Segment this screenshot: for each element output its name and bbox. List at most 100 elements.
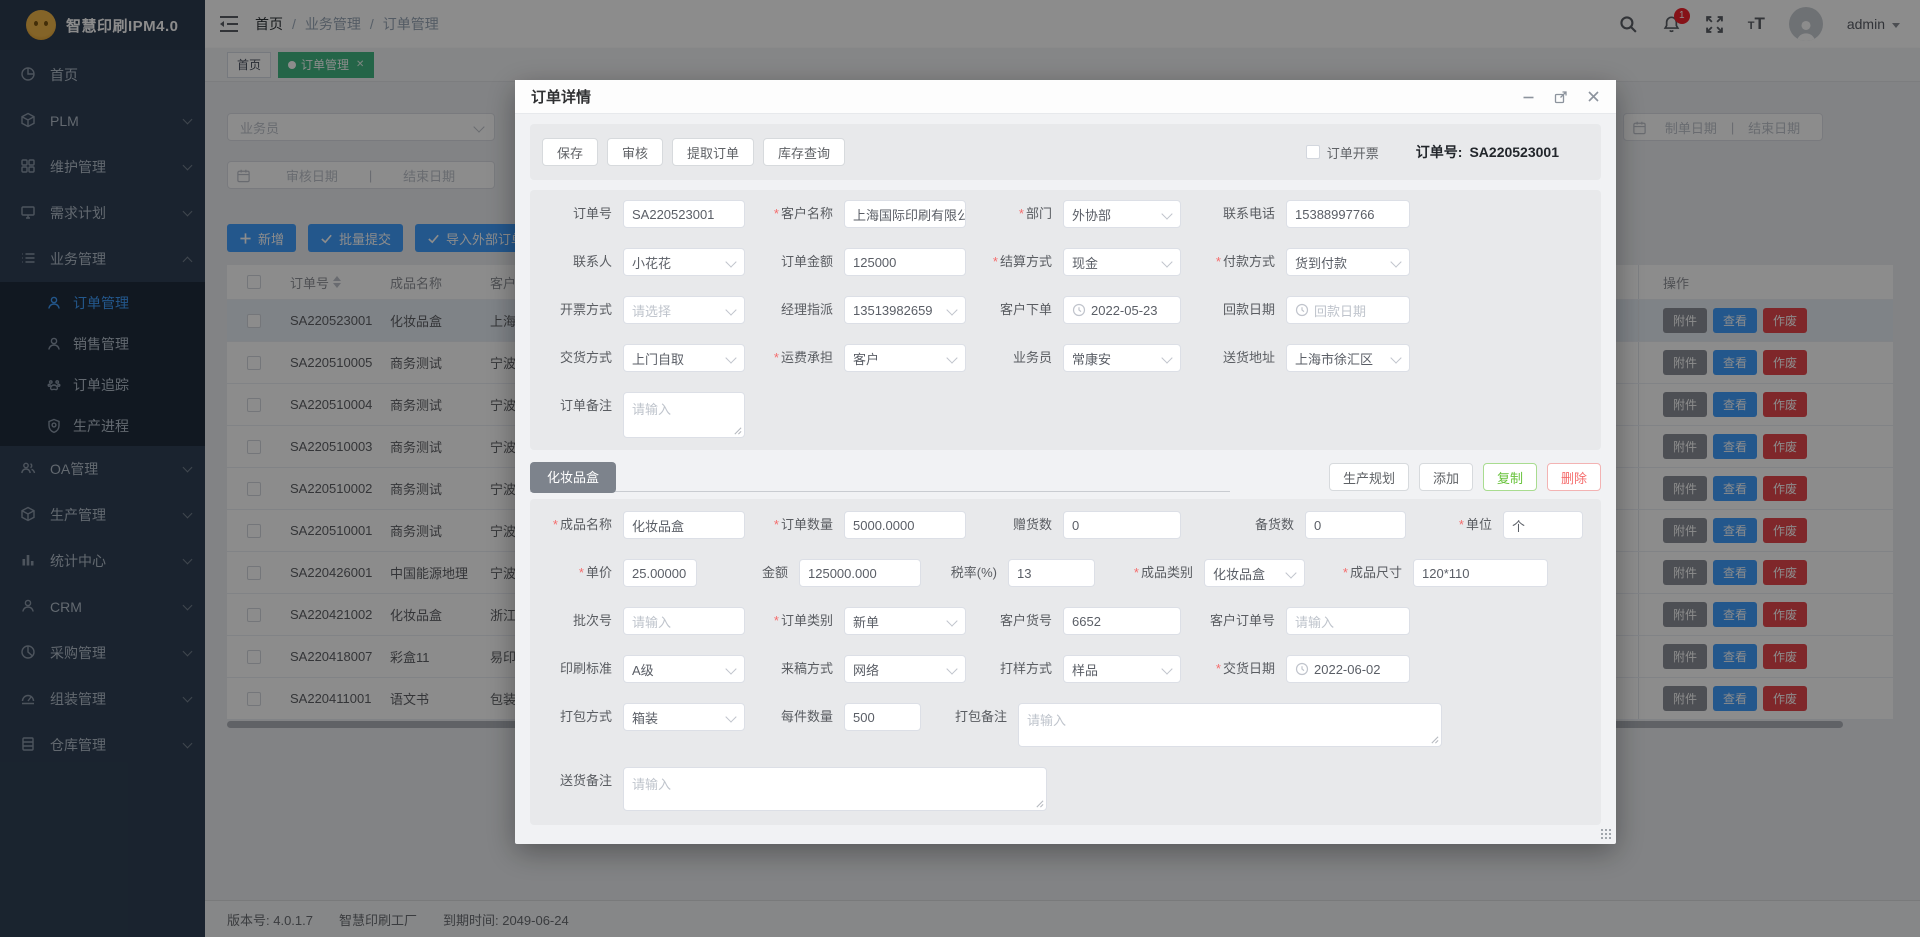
form-row: 交货方式上门自取*运费承担客户业务员常康安送货地址上海市徐汇区 [540, 344, 1601, 372]
delivery-address-value: 上海市徐汇区 [1295, 349, 1373, 368]
gift-qty-label: 赠货数 [974, 511, 1052, 539]
required-asterisk: * [774, 206, 779, 221]
tax-rate-field[interactable]: 13 [1008, 559, 1095, 587]
delivery-remark-textarea[interactable]: 请输入 [623, 767, 1047, 811]
order-remark-textarea[interactable]: 请输入 [623, 392, 745, 438]
payment-method-label: *付款方式 [1189, 248, 1275, 276]
invoice-label: 订单开票 [1327, 143, 1379, 162]
contact-phone-field[interactable]: 15388997766 [1286, 200, 1410, 228]
product-size-field[interactable]: 120*110 [1413, 559, 1548, 587]
extract-order-button[interactable]: 提取订单 [672, 138, 754, 166]
salesperson-select[interactable]: 常康安 [1063, 344, 1181, 372]
manager-assign-select[interactable]: 13513982659 [844, 296, 966, 324]
required-asterisk: * [1459, 517, 1464, 532]
manuscript-method-label: 来稿方式 [753, 655, 833, 683]
customer-name-value: 上海国际印刷有限公司 [853, 205, 966, 224]
delivery-method-select[interactable]: 上门自取 [623, 344, 745, 372]
payment-method-value: 货到付款 [1295, 253, 1347, 272]
product-form: *成品名称化妆品盒*订单数量5000.0000赠货数0备货数0*单位个*单价25… [530, 499, 1601, 825]
modal-title: 订单详情 [531, 86, 591, 107]
order-category-value: 新单 [853, 612, 879, 631]
order-amount-label: 订单金额 [753, 248, 833, 276]
collection-date-date-field[interactable]: 回款日期 [1286, 296, 1410, 324]
required-asterisk: * [1019, 206, 1024, 221]
per-piece-qty-value: 500 [853, 710, 875, 725]
minimize-icon[interactable] [1522, 90, 1535, 103]
order-qty-label: *订单数量 [753, 511, 833, 539]
add-product-button[interactable]: 添加 [1419, 463, 1473, 491]
order-qty-field[interactable]: 5000.0000 [844, 511, 966, 539]
order-amount-field[interactable]: 125000 [844, 248, 966, 276]
customer-order-date-date-field[interactable]: 2022-05-23 [1063, 296, 1181, 324]
product-name-label: *成品名称 [540, 511, 612, 539]
delete-product-button[interactable]: 删除 [1547, 463, 1601, 491]
product-name-field[interactable]: 化妆品盒 [623, 511, 745, 539]
packing-remark-label: 打包备注 [929, 703, 1007, 731]
department-label: *部门 [974, 200, 1052, 228]
department-value: 外协部 [1072, 205, 1111, 224]
batch-no-label: 批次号 [540, 607, 612, 635]
manuscript-method-select[interactable]: 网络 [844, 655, 966, 683]
production-plan-button[interactable]: 生产规划 [1329, 463, 1409, 491]
invoicing-method-select[interactable]: 请选择 [623, 296, 745, 324]
delivery-date-date-field[interactable]: 2022-06-02 [1286, 655, 1410, 683]
invoice-checkbox[interactable] [1306, 145, 1320, 159]
unit-label: *单位 [1414, 511, 1492, 539]
invoicing-method-label: 开票方式 [540, 296, 612, 324]
copy-product-button[interactable]: 复制 [1483, 463, 1537, 491]
order-amount-value: 125000 [853, 255, 896, 270]
unit-price-field[interactable]: 25.00000 [623, 559, 697, 587]
packing-method-select[interactable]: 箱装 [623, 703, 745, 731]
tax-rate-label: 税率(%) [929, 559, 997, 587]
proof-method-select[interactable]: 样品 [1063, 655, 1181, 683]
product-category-select[interactable]: 化妆品盒 [1204, 559, 1305, 587]
customer-item-no-field[interactable]: 6652 [1063, 607, 1181, 635]
close-icon[interactable] [1587, 90, 1600, 103]
delivery-address-select[interactable]: 上海市徐汇区 [1286, 344, 1410, 372]
proof-method-label: 打样方式 [974, 655, 1052, 683]
print-standard-select[interactable]: A级 [623, 655, 745, 683]
amount-field[interactable]: 125000.000 [799, 559, 921, 587]
invoicing-method-value: 请选择 [632, 301, 671, 320]
maximize-icon[interactable] [1554, 90, 1568, 104]
gift-qty-field[interactable]: 0 [1063, 511, 1181, 539]
product-size-value: 120*110 [1422, 566, 1469, 581]
per-piece-qty-field[interactable]: 500 [844, 703, 921, 731]
required-asterisk: * [774, 517, 779, 532]
tab-underline [530, 491, 1230, 492]
unit-field[interactable]: 个 [1503, 511, 1583, 539]
freight-bearer-select[interactable]: 客户 [844, 344, 966, 372]
form-row: 送货备注请输入 [540, 767, 1601, 811]
customer-name-field[interactable]: 上海国际印刷有限公司 [844, 200, 966, 228]
packing-method-value: 箱装 [632, 708, 658, 727]
required-asterisk: * [553, 517, 558, 532]
stock-qty-label: 备货数 [1189, 511, 1294, 539]
audit-button[interactable]: 审核 [607, 138, 663, 166]
required-asterisk: * [1134, 565, 1139, 580]
modal-resize-grip[interactable] [1600, 828, 1613, 841]
contact-person-select[interactable]: 小花花 [623, 248, 745, 276]
gift-qty-value: 0 [1072, 518, 1079, 533]
customer-order-no-label: 客户订单号 [1189, 607, 1275, 635]
customer-order-no-field[interactable]: 请输入 [1286, 607, 1410, 635]
freight-bearer-value: 客户 [853, 349, 879, 368]
stock-qty-field[interactable]: 0 [1305, 511, 1406, 539]
collection-date-value: 回款日期 [1314, 301, 1366, 320]
batch-no-field[interactable]: 请输入 [623, 607, 745, 635]
order-category-select[interactable]: 新单 [844, 607, 966, 635]
order-no-field[interactable]: SA220523001 [623, 200, 745, 228]
order-qty-value: 5000.0000 [853, 518, 914, 533]
customer-name-label: *客户名称 [753, 200, 833, 228]
payment-method-select[interactable]: 货到付款 [1286, 248, 1410, 276]
save-button[interactable]: 保存 [542, 138, 598, 166]
settlement-method-label: *结算方式 [974, 248, 1052, 276]
delivery-date-label: *交货日期 [1189, 655, 1275, 683]
settlement-method-select[interactable]: 现金 [1063, 248, 1181, 276]
inventory-query-button[interactable]: 库存查询 [763, 138, 845, 166]
form-row: *单价25.00000金额125000.000税率(%)13*成品类别化妆品盒*… [540, 559, 1601, 587]
amount-value: 125000.000 [808, 566, 877, 581]
packing-remark-textarea[interactable]: 请输入 [1018, 703, 1442, 747]
department-select[interactable]: 外协部 [1063, 200, 1181, 228]
delivery-remark-label: 送货备注 [540, 767, 612, 795]
product-tab-cosmetics-box[interactable]: 化妆品盒 [530, 462, 616, 493]
